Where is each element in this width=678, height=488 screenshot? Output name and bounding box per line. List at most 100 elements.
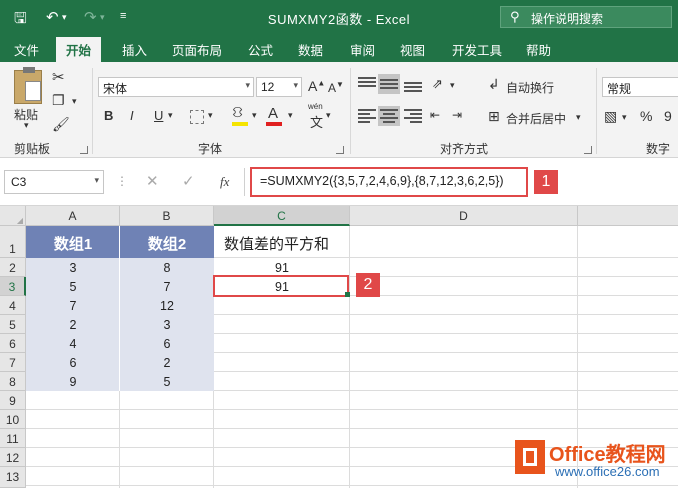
column-header-d[interactable]: D [350, 206, 578, 226]
tab-page-layout[interactable]: 页面布局 [172, 40, 222, 59]
comma-button[interactable]: 9 [664, 108, 672, 124]
borders-dropdown-icon[interactable]: ▾ [208, 110, 213, 121]
decrease-indent-icon[interactable]: ⇤ [430, 108, 440, 122]
cell-b8[interactable]: 5 [120, 375, 214, 389]
tab-insert[interactable]: 插入 [122, 40, 147, 59]
tab-file[interactable]: 文件 [14, 40, 39, 59]
cell-b1[interactable]: 数组2 [120, 233, 214, 254]
font-color-button[interactable]: A [268, 105, 278, 122]
cell-c1[interactable]: 数值差的平方和 [214, 233, 350, 254]
align-right-icon[interactable] [404, 108, 422, 124]
middle-align-icon[interactable] [378, 74, 400, 94]
percent-button[interactable]: % [640, 108, 652, 124]
fill-handle[interactable] [345, 292, 350, 297]
font-name-select[interactable]: 宋体 ▾ [98, 77, 254, 97]
row-header-9[interactable]: 9 [0, 391, 26, 410]
alignment-launcher-icon[interactable] [584, 146, 592, 154]
column-header-c[interactable]: C [214, 206, 350, 226]
tab-view[interactable]: 视图 [400, 40, 425, 59]
top-align-icon[interactable] [358, 76, 376, 92]
wrap-text-button[interactable]: 自动换行 [506, 79, 554, 96]
cell-a8[interactable]: 9 [26, 375, 120, 389]
font-color-dropdown-icon[interactable]: ▾ [288, 110, 293, 121]
paste-icon[interactable] [14, 67, 42, 104]
currency-dropdown-icon[interactable]: ▾ [622, 112, 627, 123]
row-header-8[interactable]: 8 [0, 372, 26, 391]
cell-a7[interactable]: 6 [26, 356, 120, 370]
paste-dropdown-icon[interactable]: ▾ [24, 120, 29, 131]
alignment-group-label: 对齐方式 [440, 142, 489, 156]
orientation-icon[interactable]: ⇗ [432, 76, 443, 92]
tab-home[interactable]: 开始 [56, 37, 102, 62]
merge-center-icon[interactable]: ⊞ [488, 108, 500, 125]
bottom-align-icon[interactable] [404, 76, 422, 92]
number-format-select[interactable]: 常规 [602, 77, 678, 97]
cancel-icon[interactable]: ✕ [146, 172, 159, 190]
orientation-dropdown-icon[interactable]: ▾ [450, 80, 455, 91]
row-header-3[interactable]: 3 [0, 277, 26, 296]
underline-dropdown-icon[interactable]: ▾ [168, 110, 173, 121]
merge-center-button[interactable]: 合并后居中 [506, 110, 566, 127]
row-header-6[interactable]: 6 [0, 334, 26, 353]
column-header-e[interactable] [578, 206, 678, 226]
row-header-12[interactable]: 12 [0, 448, 26, 467]
column-header-b[interactable]: B [120, 206, 214, 226]
row-header-1[interactable]: 1 [0, 226, 26, 258]
row-header-4[interactable]: 4 [0, 296, 26, 315]
cell-b2[interactable]: 8 [120, 261, 214, 275]
cell-b4[interactable]: 12 [120, 299, 214, 313]
enter-check-icon[interactable]: ✓ [182, 172, 195, 190]
align-left-icon[interactable] [358, 108, 376, 124]
wrap-text-icon[interactable]: ↲ [488, 76, 500, 93]
increase-font-icon[interactable]: A▲ [308, 78, 325, 94]
cut-icon[interactable]: ✂ [52, 68, 65, 86]
merge-dropdown-icon[interactable]: ▾ [576, 112, 581, 123]
align-center-icon[interactable] [378, 106, 400, 126]
cell-a1[interactable]: 数组1 [26, 233, 120, 254]
select-all-corner[interactable]: ◢ [0, 206, 26, 226]
tab-developer[interactable]: 开发工具 [452, 40, 502, 59]
fill-color-dropdown-icon[interactable]: ▾ [252, 110, 257, 121]
copy-dropdown-icon[interactable]: ▾ [72, 96, 77, 107]
column-header-a[interactable]: A [26, 206, 120, 226]
increase-indent-icon[interactable]: ⇥ [452, 108, 462, 122]
tab-data[interactable]: 数据 [298, 40, 323, 59]
borders-icon[interactable] [190, 110, 204, 124]
cell-a2[interactable]: 3 [26, 261, 120, 275]
tab-help[interactable]: 帮助 [526, 40, 551, 59]
row-header-10[interactable]: 10 [0, 410, 26, 429]
tell-me-search[interactable]: ⚲ 操作说明搜索 [500, 6, 672, 28]
tab-review[interactable]: 审阅 [350, 40, 375, 59]
decrease-font-icon[interactable]: A▼ [328, 80, 344, 95]
row-header-7[interactable]: 7 [0, 353, 26, 372]
copy-icon[interactable]: ❐ [52, 92, 65, 109]
cell-c2[interactable]: 91 [214, 261, 350, 275]
cell-b3[interactable]: 7 [120, 280, 214, 294]
cell-a4[interactable]: 7 [26, 299, 120, 313]
tab-formulas[interactable]: 公式 [248, 40, 273, 59]
phonetic-icon[interactable]: 文 [310, 112, 323, 131]
cell-a5[interactable]: 2 [26, 318, 120, 332]
underline-button[interactable]: U [154, 108, 163, 123]
italic-button[interactable]: I [130, 108, 134, 123]
insert-function-button[interactable]: fx [220, 174, 229, 190]
row-header-5[interactable]: 5 [0, 315, 26, 334]
cell-b5[interactable]: 3 [120, 318, 214, 332]
row-header-2[interactable]: 2 [0, 258, 26, 277]
font-size-select[interactable]: 12 ▾ [256, 77, 302, 97]
bold-button[interactable]: B [104, 108, 113, 123]
currency-icon[interactable]: ▧ [604, 108, 617, 125]
fill-color-icon[interactable]: ⛻ [232, 104, 243, 123]
cell-b7[interactable]: 2 [120, 356, 214, 370]
format-painter-icon[interactable]: 🖌 [52, 116, 70, 133]
row-header-11[interactable]: 11 [0, 429, 26, 448]
clipboard-launcher-icon[interactable] [80, 146, 88, 154]
cell-a6[interactable]: 4 [26, 337, 120, 351]
phonetic-label[interactable]: wén [308, 102, 323, 111]
font-launcher-icon[interactable] [336, 146, 344, 154]
name-box[interactable]: C3 ▾ [4, 170, 104, 194]
phonetic-dropdown-icon[interactable]: ▾ [326, 110, 331, 121]
row-header-13[interactable]: 13 [0, 467, 26, 488]
cell-a3[interactable]: 5 [26, 280, 120, 294]
cell-b6[interactable]: 6 [120, 337, 214, 351]
